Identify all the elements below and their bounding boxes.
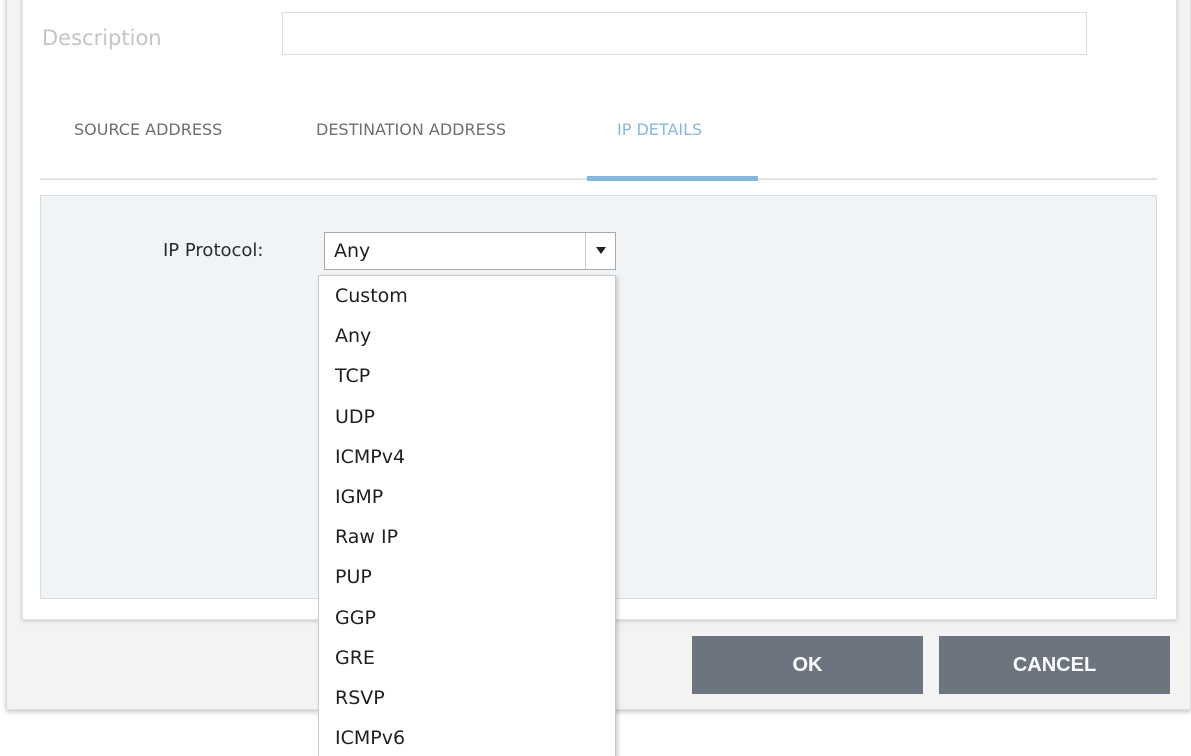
description-label: Description [42,26,162,50]
description-input[interactable] [282,12,1087,55]
dropdown-option-any[interactable]: Any [319,316,615,356]
tab-destination-address[interactable]: DESTINATION ADDRESS [316,120,506,139]
stage: Description SOURCE ADDRESS DESTINATION A… [0,0,1191,756]
ok-button[interactable]: OK [692,636,923,694]
dropdown-option-custom[interactable]: Custom [319,276,615,316]
tab-ip-details[interactable]: IP DETAILS [617,120,702,139]
dropdown-arrow-icon[interactable] [585,233,615,269]
dropdown-option-icmpv4[interactable]: ICMPv4 [319,437,615,477]
active-tab-indicator [587,176,758,181]
dropdown-option-gre[interactable]: GRE [319,638,615,678]
ip-protocol-selected-value: Any [334,240,371,262]
dropdown-option-rsvp[interactable]: RSVP [319,678,615,718]
cancel-button[interactable]: CANCEL [939,636,1170,694]
dropdown-option-tcp[interactable]: TCP [319,356,615,396]
ip-protocol-select[interactable]: Any [324,232,616,270]
tab-source-address[interactable]: SOURCE ADDRESS [74,120,222,139]
dropdown-option-udp[interactable]: UDP [319,397,615,437]
dropdown-option-raw-ip[interactable]: Raw IP [319,517,615,557]
dropdown-option-igmp[interactable]: IGMP [319,477,615,517]
dropdown-option-icmpv6[interactable]: ICMPv6 [319,718,615,756]
dropdown-option-ggp[interactable]: GGP [319,598,615,638]
ip-protocol-label: IP Protocol: [163,240,264,261]
ip-protocol-dropdown-list: Custom Any TCP UDP ICMPv4 IGMP Raw IP PU… [318,275,616,756]
dropdown-option-pup[interactable]: PUP [319,557,615,597]
